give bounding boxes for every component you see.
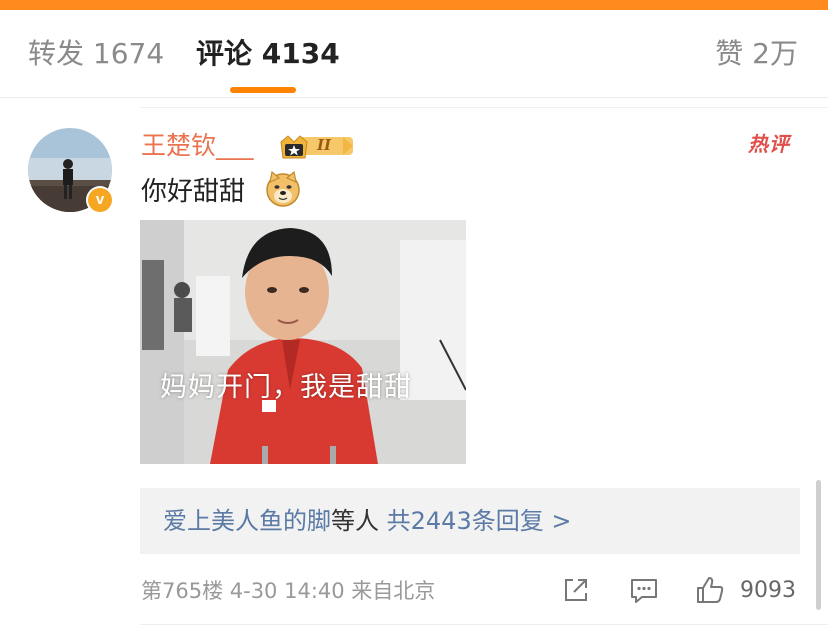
reply-icon[interactable] [628,574,660,606]
verified-icon: v [88,188,112,212]
badge-level-label: II [317,136,332,154]
replies-summary[interactable]: 爱上美人鱼的脚等人 共2443条回复 > [140,488,800,554]
like-icon[interactable] [694,574,726,606]
like-count: 9093 [740,578,796,603]
tab-bar: 转发 1674 评论 4134 赞 2万 [0,10,828,98]
active-tab-indicator [230,87,296,93]
comment-meta: 第765楼 4-30 14:40 来自北京 [141,579,436,603]
share-icon[interactable] [560,574,592,606]
view-replies-link[interactable]: 共2443条回复 > [387,507,572,535]
reply-user-link[interactable]: 爱上美人鱼的脚 [163,507,331,535]
hot-comment-tag: 热评 [748,132,790,156]
tab-comments[interactable]: 评论 4134 [196,36,340,72]
comment-username[interactable]: 王楚钦___ [141,130,254,162]
tab-likes[interactable]: 赞 2万 [715,36,798,72]
tab-repost[interactable]: 转发 1674 [28,36,164,72]
reply-users-suffix: 等人 [331,507,379,535]
comment-text: 你好甜甜 [141,177,246,207]
scrollbar[interactable] [816,480,821,610]
divider [0,97,828,98]
doge-icon [264,170,302,208]
crown-icon: II [279,132,355,160]
verified-badge: v [86,186,114,214]
top-accent-bar [0,0,828,10]
divider [140,624,828,625]
comment-image[interactable]: 妈妈开门，我是甜甜 [140,220,466,464]
divider [140,107,828,108]
image-caption: 妈妈开门，我是甜甜 [160,372,412,403]
